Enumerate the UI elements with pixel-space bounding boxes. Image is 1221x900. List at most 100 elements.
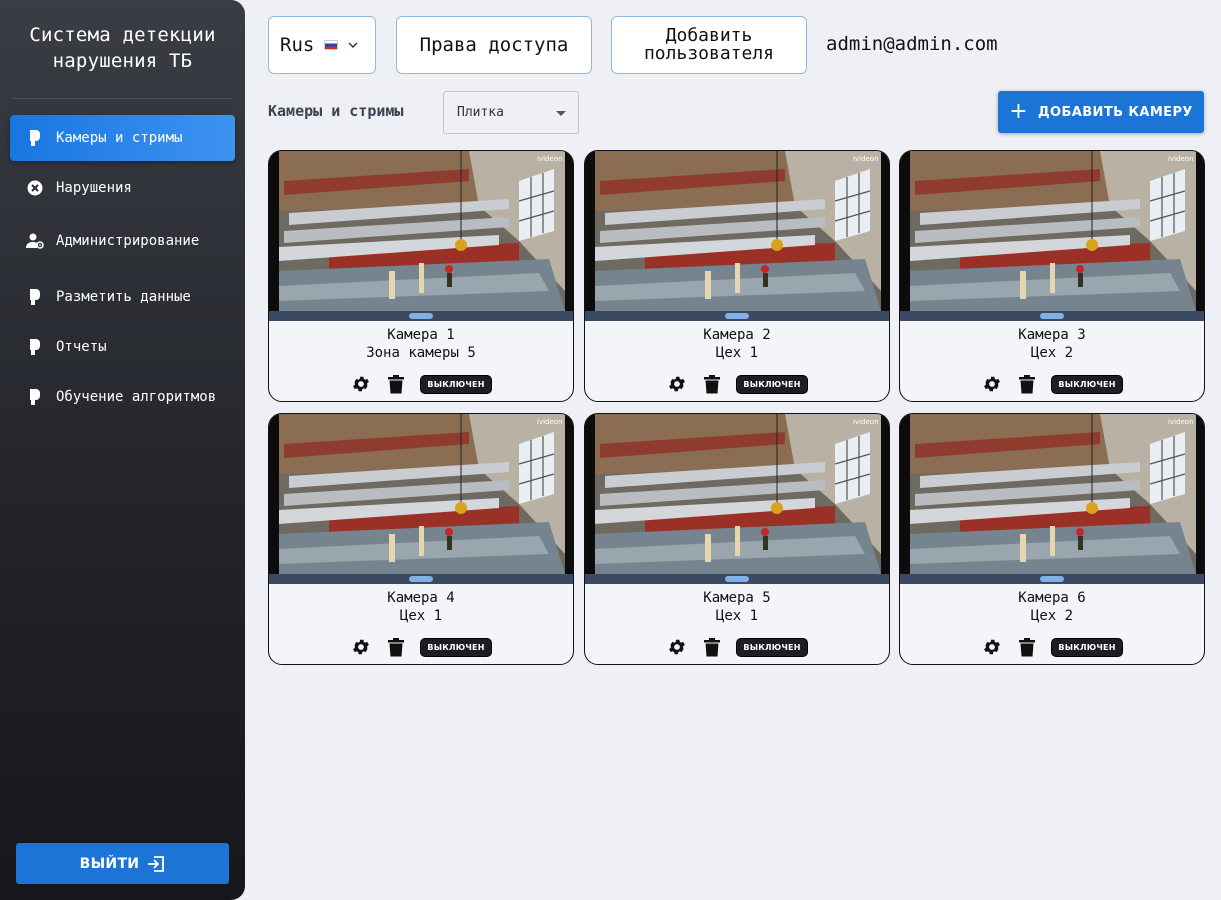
- sidebar-item-violations[interactable]: Нарушения: [10, 165, 235, 211]
- camera-zone: Цех 1: [399, 608, 443, 624]
- status-badge[interactable]: ВЫКЛЮЧЕН: [1051, 374, 1123, 394]
- camera-zone: Цех 1: [715, 345, 759, 361]
- settings-gear-icon[interactable]: [350, 373, 372, 395]
- sidebar: Система детекции нарушения ТБ Камеры и с…: [0, 0, 245, 900]
- trash-icon[interactable]: [385, 373, 407, 395]
- status-badge[interactable]: ВЫКЛЮЧЕН: [1051, 637, 1123, 657]
- sidebar-item-label: Камеры и стримы: [56, 130, 183, 146]
- player-controls-bar[interactable]: [269, 574, 573, 584]
- play-indicator[interactable]: [725, 576, 749, 582]
- sidebar-item-label: Обучение алгоритмов: [56, 389, 217, 405]
- svg-text:ivideon: ivideon: [537, 155, 563, 163]
- svg-text:ivideon: ivideon: [1168, 418, 1194, 426]
- status-badge[interactable]: ВЫКЛЮЧЕН: [736, 637, 808, 657]
- access-rights-button[interactable]: Права доступа: [396, 16, 592, 74]
- add-camera-label: ДОБАВИТЬ КАМЕРУ: [1038, 104, 1193, 120]
- settings-gear-icon[interactable]: [981, 636, 1003, 658]
- camera-card[interactable]: ivideon Камера 6 Цех 2 ВЫКЛЮЧЕН: [899, 413, 1205, 665]
- status-badge[interactable]: ВЫКЛЮЧЕН: [736, 374, 808, 394]
- status-badge[interactable]: ВЫКЛЮЧЕН: [420, 374, 492, 394]
- logout-button[interactable]: ВЫЙТИ: [16, 843, 229, 884]
- player-controls-bar[interactable]: [585, 311, 889, 321]
- camera-preview[interactable]: ivideon: [585, 414, 889, 584]
- player-controls-bar[interactable]: [900, 574, 1204, 584]
- camera-zone: Цех 2: [1030, 608, 1074, 624]
- trash-icon[interactable]: [1016, 373, 1038, 395]
- plus-icon: +: [1009, 99, 1029, 124]
- camera-preview[interactable]: ivideon: [900, 151, 1204, 321]
- sidebar-item-label: Разметить данные: [56, 289, 191, 305]
- svg-text:ivideon: ivideon: [853, 418, 879, 426]
- access-rights-label: Права доступа: [419, 34, 569, 56]
- status-badge[interactable]: ВЫКЛЮЧЕН: [420, 637, 492, 657]
- sidebar-item-reports[interactable]: Отчеты: [10, 324, 235, 370]
- camera-preview-image: ivideon: [585, 414, 889, 584]
- russia-flag-icon: [324, 40, 339, 50]
- app-title: Система детекции нарушения ТБ: [29, 24, 216, 72]
- trash-icon[interactable]: [701, 373, 723, 395]
- view-mode-select[interactable]: Плитка: [443, 91, 579, 134]
- card-actions: ВЫКЛЮЧЕН: [585, 373, 889, 395]
- camera-card[interactable]: ivideon Камера 3 Цех 2 ВЫКЛЮЧЕН: [899, 150, 1205, 402]
- language-label: Rus: [280, 34, 315, 56]
- trash-icon[interactable]: [1016, 636, 1038, 658]
- language-select[interactable]: Rus: [268, 16, 376, 74]
- caret-down-icon: [556, 111, 566, 116]
- card-actions: ВЫКЛЮЧЕН: [900, 636, 1204, 658]
- svg-text:ivideon: ivideon: [1168, 155, 1194, 163]
- camera-preview-image: ivideon: [900, 414, 1204, 584]
- settings-gear-icon[interactable]: [666, 373, 688, 395]
- camera-icon: [26, 388, 44, 406]
- camera-preview-image: ivideon: [269, 151, 573, 321]
- camera-zone: Зона камеры 5: [366, 345, 476, 361]
- camera-preview-image: ivideon: [585, 151, 889, 321]
- user-email: admin@admin.com: [826, 33, 998, 55]
- camera-icon: [26, 338, 44, 356]
- svg-text:ivideon: ivideon: [537, 418, 563, 426]
- camera-preview[interactable]: ivideon: [900, 414, 1204, 584]
- sidebar-item-label: Отчеты: [56, 339, 107, 355]
- camera-zone: Цех 2: [1030, 345, 1074, 361]
- sidebar-item-cameras[interactable]: Камеры и стримы: [10, 115, 235, 161]
- player-controls-bar[interactable]: [900, 311, 1204, 321]
- settings-gear-icon[interactable]: [981, 373, 1003, 395]
- sidebar-item-label: Нарушения: [56, 180, 132, 196]
- camera-preview[interactable]: ivideon: [269, 151, 573, 321]
- add-user-label: Добавить пользователя: [643, 25, 775, 64]
- camera-preview[interactable]: ivideon: [269, 414, 573, 584]
- camera-card[interactable]: ivideon Камера 2 Цех 1 ВЫКЛЮЧЕН: [584, 150, 890, 402]
- trash-icon[interactable]: [701, 636, 723, 658]
- play-indicator[interactable]: [409, 313, 433, 319]
- camera-name: Камера 1: [387, 327, 455, 343]
- play-indicator[interactable]: [409, 576, 433, 582]
- logout-icon: [148, 855, 165, 872]
- camera-card[interactable]: ivideon Камера 1 Зона камеры 5 ВЫКЛЮЧЕН: [268, 150, 574, 402]
- trash-icon[interactable]: [385, 636, 407, 658]
- camera-card[interactable]: ivideon Камера 4 Цех 1 ВЫКЛЮЧЕН: [268, 413, 574, 665]
- camera-name: Камера 2: [703, 327, 771, 343]
- camera-zone: Цех 1: [715, 608, 759, 624]
- sidebar-item-label-data[interactable]: Разметить данные: [10, 274, 235, 320]
- sidebar-item-training[interactable]: Обучение алгоритмов: [10, 374, 235, 420]
- camera-name: Камера 5: [703, 590, 771, 606]
- play-indicator[interactable]: [1040, 313, 1064, 319]
- camera-card[interactable]: ivideon Камера 5 Цех 1 ВЫКЛЮЧЕН: [584, 413, 890, 665]
- card-actions: ВЫКЛЮЧЕН: [269, 636, 573, 658]
- sidebar-item-administration[interactable]: Администрирование: [10, 218, 235, 264]
- svg-text:ivideon: ivideon: [853, 155, 879, 163]
- camera-preview[interactable]: ivideon: [585, 151, 889, 321]
- settings-gear-icon[interactable]: [350, 636, 372, 658]
- play-indicator[interactable]: [725, 313, 749, 319]
- chevron-down-icon: [348, 42, 358, 48]
- user-settings-icon: [26, 232, 44, 250]
- player-controls-bar[interactable]: [269, 311, 573, 321]
- view-mode-value: Плитка: [457, 105, 504, 120]
- card-actions: ВЫКЛЮЧЕН: [900, 373, 1204, 395]
- add-user-button[interactable]: Добавить пользователя: [611, 16, 807, 74]
- add-camera-button[interactable]: + ДОБАВИТЬ КАМЕРУ: [998, 91, 1204, 133]
- player-controls-bar[interactable]: [585, 574, 889, 584]
- settings-gear-icon[interactable]: [666, 636, 688, 658]
- camera-name: Камера 6: [1018, 590, 1086, 606]
- play-indicator[interactable]: [1040, 576, 1064, 582]
- camera-name: Камера 4: [387, 590, 455, 606]
